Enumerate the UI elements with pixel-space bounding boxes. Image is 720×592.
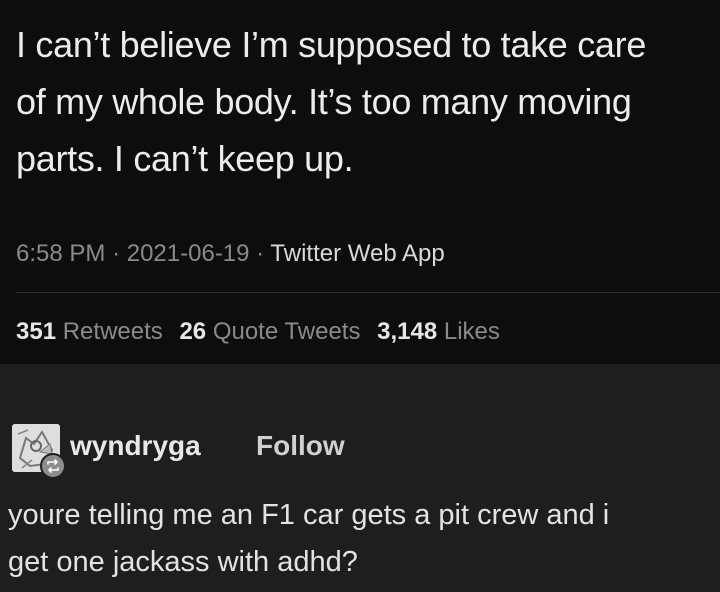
tweet-stats: 351 Retweets 26 Quote Tweets 3,148 Likes <box>16 318 510 346</box>
follow-button[interactable]: Follow <box>256 430 345 462</box>
tweet-date[interactable]: 2021-06-19 <box>127 240 250 267</box>
reblog-icon <box>47 459 59 473</box>
quote-tweets-label: Quote Tweets <box>212 318 361 345</box>
retweets-label: Retweets <box>62 318 163 345</box>
likes-count: 3,148 <box>377 318 438 345</box>
likes-label: Likes <box>443 318 500 345</box>
likes-stat[interactable]: 3,148 Likes <box>377 318 500 345</box>
post-username[interactable]: wyndryga <box>70 430 201 462</box>
tweet-source-app[interactable]: Twitter Web App <box>270 240 444 267</box>
meta-separator: · <box>256 240 265 267</box>
post-text: youre telling me an F1 car gets a pit cr… <box>8 499 610 578</box>
retweets-stat[interactable]: 351 Retweets <box>16 318 163 345</box>
quote-tweets-count: 26 <box>179 318 207 345</box>
reblog-badge <box>40 453 66 479</box>
divider <box>16 292 720 293</box>
tweet-metadata: 6:58 PM · 2021-06-19 · Twitter Web App <box>16 240 445 268</box>
tweet-text: I can’t believe I’m supposed to take car… <box>16 24 647 179</box>
meta-separator: · <box>112 240 121 267</box>
retweets-count: 351 <box>16 318 57 345</box>
quote-tweets-stat[interactable]: 26 Quote Tweets <box>179 318 360 345</box>
screenshot: I can’t believe I’m supposed to take car… <box>0 0 720 592</box>
tweet-card: I can’t believe I’m supposed to take car… <box>0 0 720 364</box>
tumblr-post: wyndryga Follow youre telling me an F1 c… <box>0 364 720 592</box>
tweet-time[interactable]: 6:58 PM <box>16 240 105 267</box>
